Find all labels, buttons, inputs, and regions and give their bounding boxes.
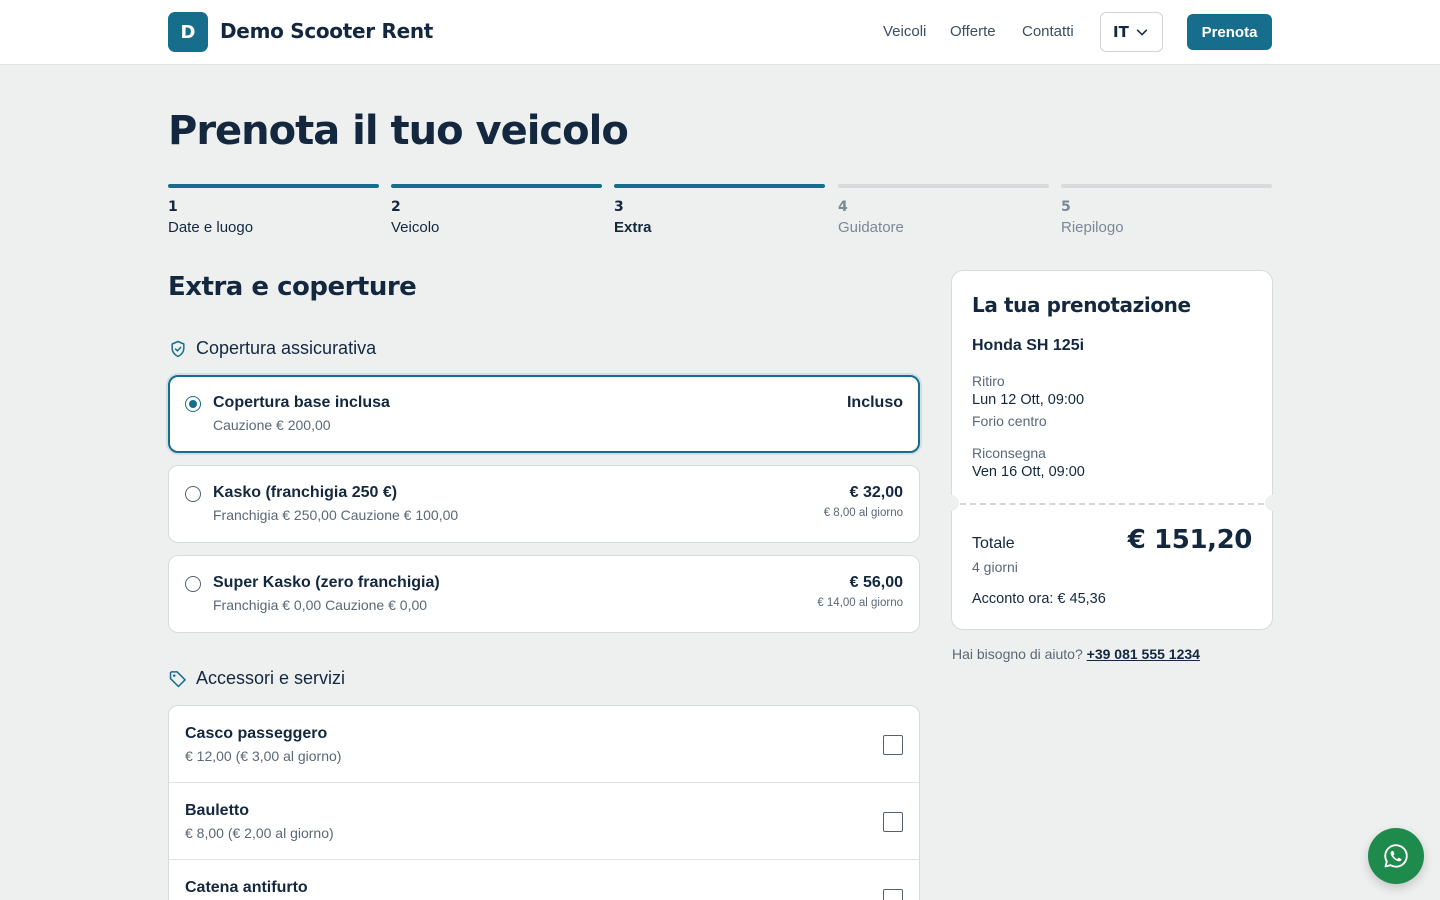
accessory-checkbox[interactable] xyxy=(883,812,903,832)
option-price: Incluso xyxy=(846,394,903,411)
step-extra[interactable]: 3 Extra xyxy=(614,184,825,236)
accessory-checkbox[interactable] xyxy=(883,735,903,755)
nav-link-offerte[interactable]: Offerte xyxy=(950,23,996,40)
insurance-radio[interactable] xyxy=(185,396,201,412)
option-name: Copertura base inclusa xyxy=(213,394,390,411)
booking-summary-card: La tua prenotazione Honda SH 125i Ritiro… xyxy=(943,270,1281,630)
tag-icon xyxy=(169,670,186,687)
total-value: € 151,20 xyxy=(1127,525,1253,555)
accessory-bauletto[interactable]: Bauletto € 8,00 (€ 2,00 al giorno) xyxy=(169,783,919,860)
pickup-label: Ritiro xyxy=(972,373,1005,389)
return-label: Riconsegna xyxy=(972,445,1046,461)
step-bar xyxy=(614,184,825,188)
page-title: Prenota il tuo veicolo xyxy=(168,108,629,154)
language-select[interactable]: IT xyxy=(1100,12,1163,52)
accessory-name: Catena antifurto xyxy=(185,879,308,896)
whatsapp-button[interactable] xyxy=(1368,828,1424,884)
accessories-heading: Accessori e servizi xyxy=(168,668,345,689)
pickup-date: Lun 12 Ott, 09:00 xyxy=(972,392,1085,408)
accessory-detail: € 12,00 (€ 3,00 al giorno) xyxy=(185,748,342,764)
return-date: Ven 16 Ott, 09:00 xyxy=(972,464,1085,480)
accessory-casco-passeggero[interactable]: Casco passeggero € 12,00 (€ 3,00 al gior… xyxy=(169,706,919,783)
step-label: Date e luogo xyxy=(168,219,254,236)
step-number: 5 xyxy=(1061,199,1071,215)
step-label: Guidatore xyxy=(838,219,904,236)
accessories-heading-label: Accessori e servizi xyxy=(196,668,346,688)
pickup-place: Forio centro xyxy=(972,413,1047,429)
step-number: 4 xyxy=(838,199,848,215)
step-label: Extra xyxy=(614,219,652,236)
option-detail: Franchigia € 250,00 Cauzione € 100,00 xyxy=(213,507,459,523)
step-date-luogo[interactable]: 1 Date e luogo xyxy=(168,184,379,236)
insurance-heading-label: Copertura assicurativa xyxy=(196,338,377,358)
shield-check-icon xyxy=(171,340,185,357)
step-guidatore: 4 Guidatore xyxy=(838,184,1049,236)
prenota-button[interactable]: Prenota xyxy=(1187,14,1272,50)
summary-vehicle: Honda SH 125i xyxy=(972,337,1085,354)
step-label: Riepilogo xyxy=(1061,219,1124,236)
language-value: IT xyxy=(1113,23,1129,41)
option-name: Kasko (franchigia 250 €) xyxy=(213,484,398,501)
accessory-detail: € 8,00 (€ 2,00 al giorno) xyxy=(185,825,334,841)
step-number: 1 xyxy=(168,199,178,215)
whatsapp-icon xyxy=(1384,844,1408,868)
step-label: Veicolo xyxy=(391,219,440,236)
brand-name[interactable]: Demo Scooter Rent xyxy=(220,19,433,43)
insurance-heading: Copertura assicurativa xyxy=(168,338,376,359)
section-title: Extra e coperture xyxy=(168,272,417,302)
help-text: Hai bisogno di aiuto? +39 081 555 1234 xyxy=(952,646,1200,662)
summary-title: La tua prenotazione xyxy=(972,293,1191,317)
step-bar xyxy=(391,184,602,188)
insurance-radio[interactable] xyxy=(185,486,201,502)
top-navbar: D Demo Scooter Rent Veicoli Offerte Cont… xyxy=(0,0,1440,65)
accessory-checkbox[interactable] xyxy=(883,889,903,900)
insurance-radio[interactable] xyxy=(185,576,201,592)
step-bar xyxy=(1061,184,1272,188)
help-phone-link[interactable]: +39 081 555 1234 xyxy=(1087,646,1200,662)
insurance-option-super-kasko[interactable]: Super Kasko (zero franchigia) Franchigia… xyxy=(168,555,920,633)
nav-link-veicoli[interactable]: Veicoli xyxy=(883,23,926,40)
accessories-list: Casco passeggero € 12,00 (€ 3,00 al gior… xyxy=(168,705,920,900)
insurance-option-kasko[interactable]: Kasko (franchigia 250 €) Franchigia € 25… xyxy=(168,465,920,543)
option-per-day: € 14,00 al giorno xyxy=(817,597,903,609)
option-detail: Cauzione € 200,00 xyxy=(213,417,331,433)
total-days: 4 giorni xyxy=(972,559,1018,575)
nav-link-contatti[interactable]: Contatti xyxy=(1022,23,1074,40)
ticket-notch-right xyxy=(1265,495,1281,511)
step-bar xyxy=(838,184,1049,188)
insurance-option-base[interactable]: Copertura base inclusa Cauzione € 200,00… xyxy=(168,375,920,453)
accessory-name: Bauletto xyxy=(185,802,249,819)
step-riepilogo: 5 Riepilogo xyxy=(1061,184,1272,236)
step-number: 3 xyxy=(614,199,624,215)
option-name: Super Kasko (zero franchigia) xyxy=(213,574,440,591)
accessory-name: Casco passeggero xyxy=(185,725,328,742)
step-number: 2 xyxy=(391,199,401,215)
accessory-catena-antifurto[interactable]: Catena antifurto xyxy=(169,860,919,900)
option-detail: Franchigia € 0,00 Cauzione € 0,00 xyxy=(213,597,428,613)
option-price: € 32,00 xyxy=(849,484,903,501)
ticket-notch-left xyxy=(943,495,959,511)
logo-icon[interactable]: D xyxy=(168,12,208,52)
help-label: Hai bisogno di aiuto? xyxy=(952,646,1083,662)
option-price: € 56,00 xyxy=(849,574,903,591)
ticket-divider xyxy=(960,503,1264,505)
step-veicolo[interactable]: 2 Veicolo xyxy=(391,184,602,236)
deposit-amount: Acconto ora: € 45,36 xyxy=(972,591,1106,607)
option-per-day: € 8,00 al giorno xyxy=(823,507,903,519)
total-label: Totale xyxy=(972,535,1015,552)
chevron-down-icon xyxy=(1136,29,1147,36)
step-bar xyxy=(168,184,379,188)
